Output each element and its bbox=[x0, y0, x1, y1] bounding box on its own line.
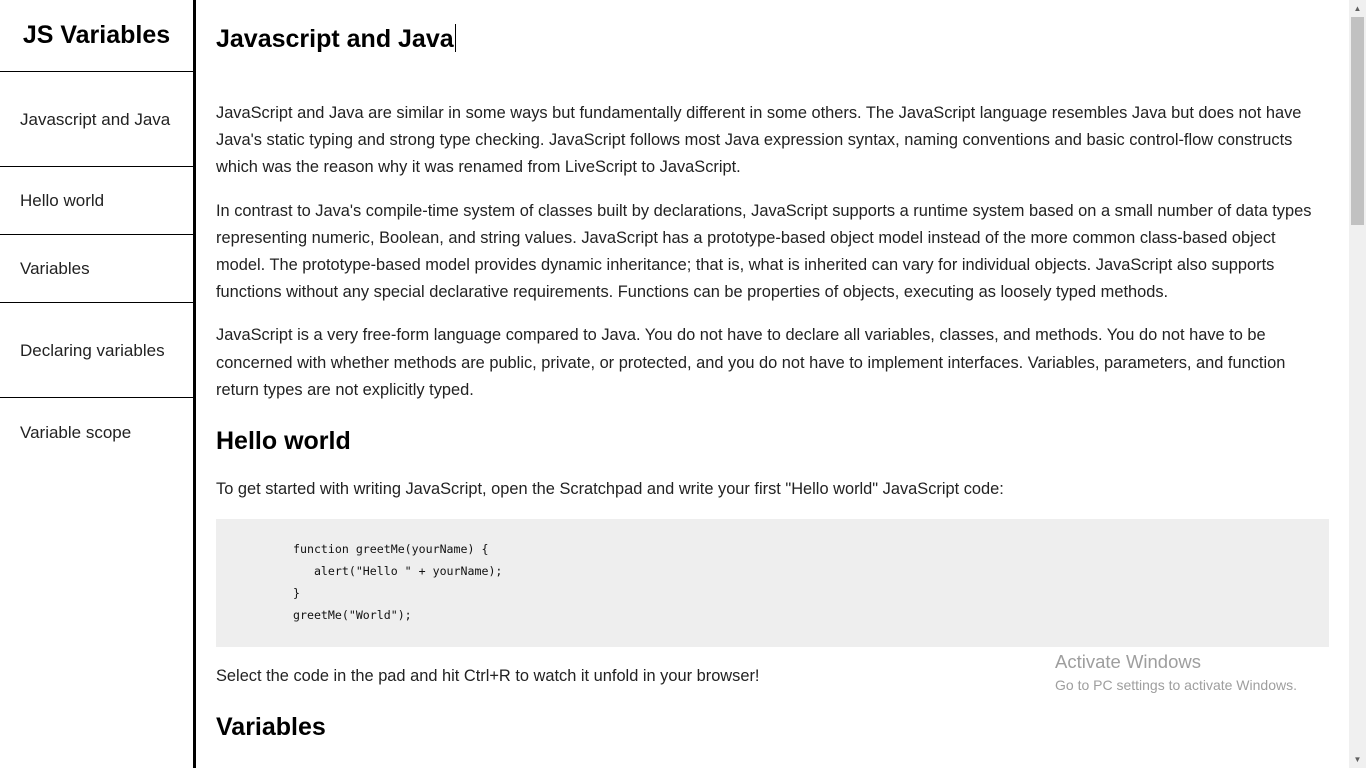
sidebar-item-declaring-variables[interactable]: Declaring variables bbox=[0, 303, 193, 398]
sidebar-item-hello-world[interactable]: Hello world bbox=[0, 167, 193, 235]
text-cursor bbox=[454, 24, 456, 52]
sidebar-item-javascript-and-java[interactable]: Javascript and Java bbox=[0, 72, 193, 167]
paragraph: JavaScript is a very free-form language … bbox=[216, 326, 1286, 399]
vertical-scrollbar[interactable]: ▲ ▼ bbox=[1349, 0, 1366, 768]
arrow-up-icon[interactable]: ▲ bbox=[1349, 0, 1366, 17]
scrollbar-thumb[interactable] bbox=[1351, 17, 1364, 225]
paragraph: To get started with writing JavaScript, … bbox=[216, 480, 1004, 499]
section-title-hello-world: Hello world bbox=[216, 427, 351, 456]
code-block: function greetMe(yourName) { alert("Hell… bbox=[216, 519, 1329, 648]
sidebar-item-variable-scope[interactable]: Variable scope bbox=[0, 398, 193, 466]
sidebar-nav: JS Variables Javascript and Java Hello w… bbox=[0, 0, 196, 768]
section-title-variables: Variables bbox=[216, 713, 326, 742]
main-content: Javascript and Java JavaScript and Java … bbox=[196, 0, 1349, 768]
paragraph: In contrast to Java's compile-time syste… bbox=[216, 201, 1312, 302]
paragraph: Select the code in the pad and hit Ctrl+… bbox=[216, 667, 760, 686]
section-title-text: Javascript and Java bbox=[216, 25, 454, 53]
sidebar-title: JS Variables bbox=[0, 0, 193, 72]
content-column: Javascript and Java JavaScript and Java … bbox=[196, 0, 1349, 742]
paragraph: JavaScript and Java are similar in some … bbox=[216, 104, 1302, 177]
sidebar-item-variables[interactable]: Variables bbox=[0, 235, 193, 303]
arrow-down-icon[interactable]: ▼ bbox=[1349, 751, 1366, 768]
section-title-javascript-and-java: Javascript and Java bbox=[216, 0, 1329, 66]
